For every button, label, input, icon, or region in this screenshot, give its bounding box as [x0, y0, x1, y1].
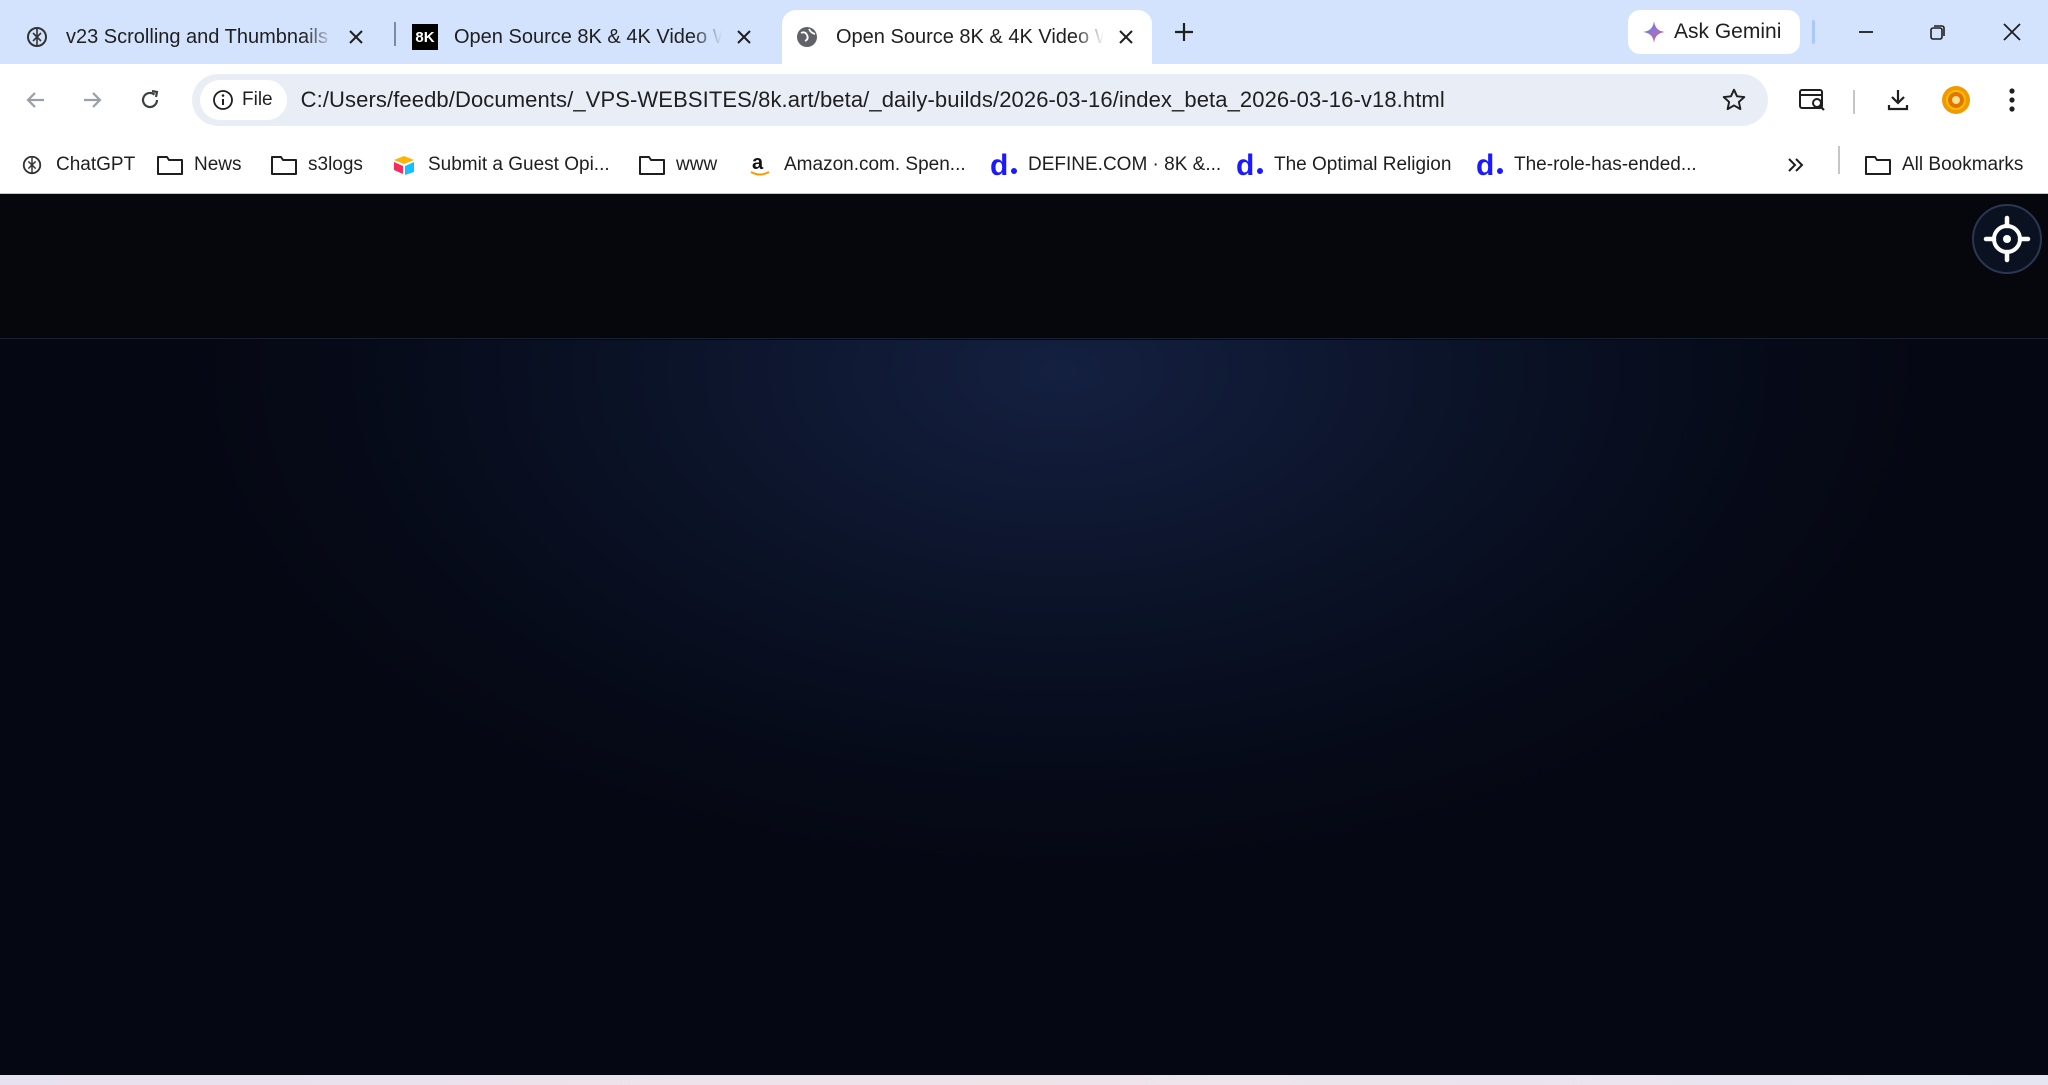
- bookmark-label: News: [194, 154, 242, 175]
- bookmarks-bar: ChatGPT News s3logs Submit a Guest Opi..…: [0, 136, 2048, 194]
- airtable-icon: [390, 151, 418, 179]
- main-content-area: [0, 340, 2048, 1075]
- page-viewport: [0, 194, 2048, 1075]
- bookmarks-separator: [1838, 146, 1840, 174]
- bookmark-star-button[interactable]: [1714, 80, 1754, 120]
- folder-icon: [156, 151, 184, 179]
- forward-arrow-icon: [84, 92, 102, 108]
- search-tabs-button[interactable]: [1792, 80, 1832, 120]
- tab-strip: v23 Scrolling and Thumbnails Fi 8K Open …: [0, 0, 2048, 64]
- minimize-icon: [1859, 31, 1873, 33]
- tab-title: Open Source 8K & 4K Video Wa: [836, 25, 1104, 49]
- svg-text:a: a: [752, 152, 764, 174]
- tab-3-active[interactable]: Open Source 8K & 4K Video Wa: [782, 10, 1152, 64]
- folder-icon: [1864, 151, 1892, 179]
- svg-text:d: d: [990, 150, 1008, 180]
- tab-title: Open Source 8K & 4K Video Wa: [454, 25, 722, 49]
- back-button[interactable]: [16, 80, 56, 120]
- site-info-chip[interactable]: File: [200, 80, 287, 120]
- tab-separator: [394, 22, 396, 46]
- url-text[interactable]: C:/Users/feedb/Documents/_VPS-WEBSITES/8…: [301, 87, 1445, 113]
- downloads-button[interactable]: [1878, 80, 1918, 120]
- double-chevron-right-icon: [1788, 158, 1804, 172]
- forward-button[interactable]: [72, 80, 112, 120]
- ask-gemini-label: Ask Gemini: [1674, 20, 1782, 43]
- svg-text:d: d: [1476, 150, 1494, 180]
- amazon-icon: a: [746, 151, 774, 179]
- toolbar-separator: [1853, 90, 1855, 114]
- bookmark-define-com[interactable]: d DEFINE.COM · 8K &...: [990, 146, 1221, 184]
- bookmark-label: s3logs: [308, 154, 363, 175]
- bookmark-label: Amazon.com. Spen...: [784, 154, 966, 175]
- define-d-icon: d: [1236, 150, 1264, 180]
- globe-icon: [794, 24, 820, 50]
- reload-button[interactable]: [130, 80, 170, 120]
- avatar-icon: [1942, 86, 1970, 114]
- restore-button[interactable]: [1918, 14, 1958, 50]
- new-tab-button[interactable]: [1168, 16, 1200, 48]
- bookmark-label: www: [676, 154, 718, 175]
- browser-toolbar: File C:/Users/feedb/Documents/_VPS-WEBSI…: [0, 64, 2048, 136]
- minimize-button[interactable]: [1846, 14, 1886, 50]
- close-tab-icon[interactable]: [1112, 23, 1140, 51]
- settings-button[interactable]: [1972, 204, 2042, 274]
- reload-icon: [141, 89, 159, 109]
- address-bar[interactable]: File C:/Users/feedb/Documents/_VPS-WEBSI…: [192, 74, 1768, 126]
- bookmark-folder-www[interactable]: www: [638, 146, 717, 184]
- bookmark-role-has-ended[interactable]: d The-role-has-ended...: [1476, 146, 1697, 184]
- bookmark-folder-news[interactable]: News: [156, 146, 242, 184]
- all-bookmarks-button[interactable]: All Bookmarks: [1864, 146, 2023, 184]
- bookmark-label: The Optimal Religion: [1274, 154, 1452, 175]
- download-icon: [1887, 90, 1909, 111]
- all-bookmarks-label: All Bookmarks: [1902, 154, 2024, 175]
- tab-title: v23 Scrolling and Thumbnails Fi: [66, 25, 334, 49]
- chatgpt-icon: [18, 151, 46, 179]
- gemini-sparkle-icon: [1642, 20, 1666, 44]
- bookmark-optimal-religion[interactable]: d The Optimal Religion: [1236, 146, 1451, 184]
- gemini-separator: [1812, 20, 1815, 44]
- kebab-menu-icon: [2009, 88, 2015, 112]
- close-tab-icon[interactable]: [342, 23, 370, 51]
- close-window-button[interactable]: [1992, 14, 2032, 50]
- bookmark-chatgpt[interactable]: ChatGPT: [18, 146, 135, 184]
- restore-icon: [1930, 25, 1945, 40]
- plus-icon: [1175, 23, 1193, 41]
- define-d-icon: d: [1476, 150, 1504, 180]
- bookmark-amazon[interactable]: a Amazon.com. Spen...: [746, 146, 966, 184]
- profile-avatar-button[interactable]: [1936, 80, 1976, 120]
- chrome-menu-button[interactable]: [1992, 80, 2032, 120]
- bookmark-folder-s3logs[interactable]: s3logs: [270, 146, 363, 184]
- bookmark-submit-guest-opinion[interactable]: Submit a Guest Opi...: [390, 146, 610, 184]
- info-icon: [212, 89, 234, 111]
- define-d-icon: d: [990, 150, 1018, 180]
- tab-1[interactable]: v23 Scrolling and Thumbnails Fi: [24, 10, 370, 64]
- 8k-logo-icon: 8K: [412, 24, 438, 50]
- site-header: [0, 194, 2048, 339]
- bookmark-label: Submit a Guest Opi...: [428, 154, 610, 175]
- taskbar-edge: [0, 1075, 2048, 1085]
- bookmark-label: The-role-has-ended...: [1514, 154, 1697, 175]
- chatgpt-icon: [24, 24, 50, 50]
- star-icon: [1722, 88, 1746, 111]
- tab-2[interactable]: 8K Open Source 8K & 4K Video Wa: [412, 10, 758, 64]
- bookmark-label: ChatGPT: [56, 154, 136, 175]
- back-arrow-icon: [26, 92, 44, 108]
- folder-icon: [270, 151, 298, 179]
- svg-text:d: d: [1236, 150, 1254, 180]
- ask-gemini-button[interactable]: Ask Gemini: [1628, 10, 1800, 54]
- more-bookmarks-button[interactable]: [1786, 146, 1806, 184]
- site-info-label: File: [242, 89, 273, 110]
- bookmark-label: DEFINE.COM · 8K &...: [1028, 154, 1222, 175]
- folder-icon: [638, 151, 666, 179]
- tab-search-icon: [1799, 89, 1825, 111]
- close-tab-icon[interactable]: [730, 23, 758, 51]
- gear-icon: [1983, 215, 2031, 263]
- close-icon: [2003, 23, 2021, 41]
